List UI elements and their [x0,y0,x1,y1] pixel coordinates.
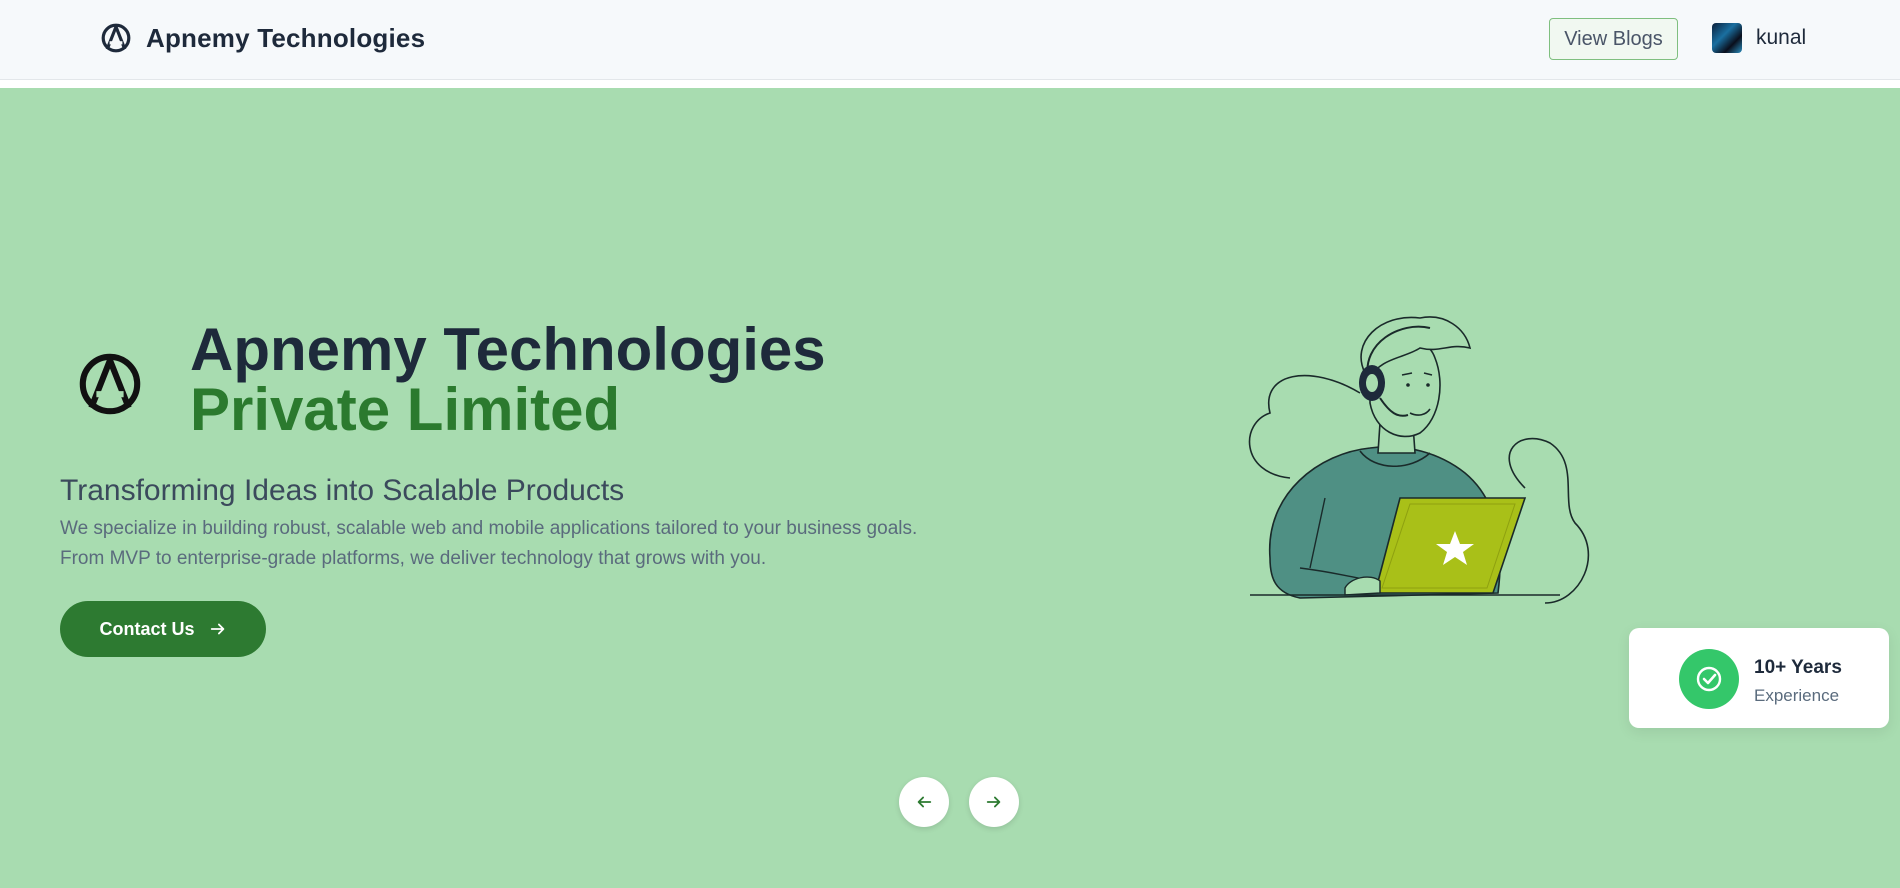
experience-card: 10+ Years Experience [1629,628,1889,728]
user-menu[interactable]: kunal [1712,23,1806,53]
contact-us-button[interactable]: Contact Us [60,601,266,657]
arrow-left-icon [917,796,932,808]
top-navbar: Apnemy Technologies View Blogs kunal [0,0,1900,80]
carousel-next-button[interactable] [969,777,1019,827]
contact-us-label: Contact Us [99,618,195,639]
experience-label: Experience [1754,686,1840,705]
avatar [1712,23,1742,53]
hero-title-line1: Apnemy Technologies [190,316,826,383]
brand[interactable]: Apnemy Technologies [100,22,425,54]
check-circle-icon [1679,649,1739,709]
apnemy-logo-icon [101,23,131,53]
apnemy-logo-icon [79,353,141,415]
hero-section: Apnemy Technologies Private Limited Tran… [0,88,1900,888]
experience-value: 10+ Years [1754,657,1842,678]
hero-title-line2: Private Limited [190,376,621,443]
brand-name: Apnemy Technologies [146,22,426,53]
hero-tagline: Transforming Ideas into Scalable Product… [60,474,625,507]
hero-description: We specialize in building robust, scalab… [60,518,918,569]
view-blogs-button[interactable]: View Blogs [1549,18,1678,60]
arrow-right-icon [986,796,1001,808]
hero-headline: Apnemy Technologies Private Limited [190,320,826,440]
carousel-prev-button[interactable] [899,777,949,827]
username: kunal [1756,26,1807,49]
person-with-headset-illustration [1248,316,1590,604]
arrow-right-icon [210,623,224,635]
